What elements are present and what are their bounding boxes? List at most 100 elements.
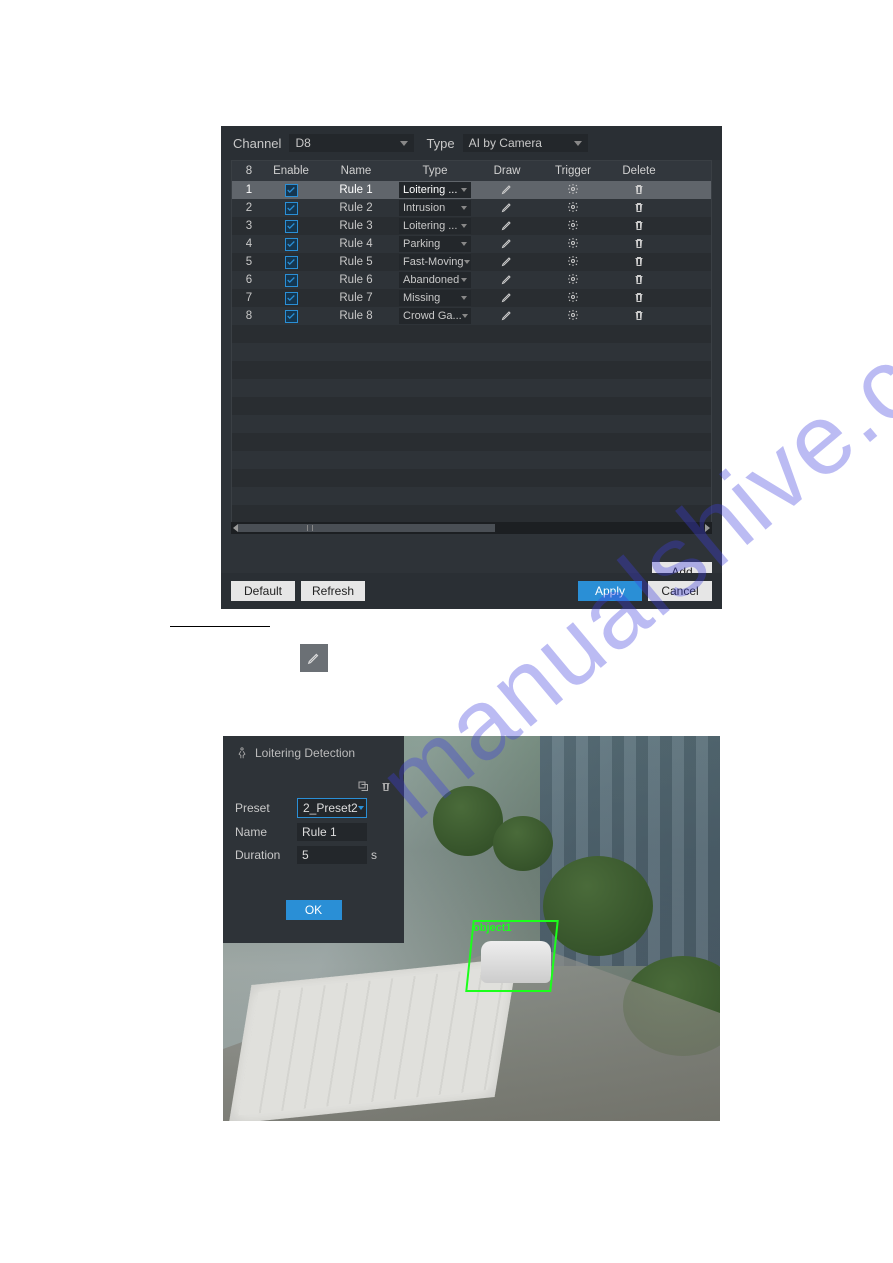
trigger-icon[interactable] [567, 309, 579, 321]
enable-checkbox[interactable] [285, 184, 298, 197]
rule-name: Rule 2 [316, 202, 396, 214]
table-row[interactable]: 3Rule 3Loitering ... [232, 217, 711, 235]
trigger-icon[interactable] [567, 183, 579, 195]
chevron-down-icon [574, 141, 582, 146]
duration-label: Duration [235, 848, 297, 862]
trigger-icon[interactable] [567, 273, 579, 285]
delete-icon[interactable] [633, 255, 645, 267]
preset-select[interactable]: 2_Preset2 [297, 798, 367, 818]
duration-input[interactable]: 5 [297, 846, 367, 864]
scroll-track[interactable] [238, 524, 705, 532]
draw-icon[interactable] [501, 237, 513, 249]
col-enable: Enable [266, 165, 316, 177]
empty-row [232, 379, 711, 397]
delete-icon[interactable] [633, 183, 645, 195]
trigger-icon[interactable] [567, 291, 579, 303]
empty-row [232, 343, 711, 361]
delete-icon[interactable] [633, 219, 645, 231]
draw-icon[interactable] [501, 219, 513, 231]
delete-icon[interactable] [633, 309, 645, 321]
col-delete: Delete [606, 165, 672, 177]
delete-icon[interactable] [633, 291, 645, 303]
delete-icon[interactable] [633, 201, 645, 213]
draw-icon[interactable] [501, 255, 513, 267]
col-draw: Draw [474, 165, 540, 177]
table-row[interactable]: 6Rule 6Abandoned [232, 271, 711, 289]
scroll-grip-icon [307, 525, 313, 531]
draw-icon[interactable] [501, 309, 513, 321]
scroll-thumb[interactable] [238, 524, 495, 532]
enable-checkbox[interactable] [285, 220, 298, 233]
duration-unit: s [371, 848, 377, 862]
preset-label: Preset [235, 801, 297, 815]
trigger-icon[interactable] [567, 237, 579, 249]
chevron-down-icon [461, 224, 467, 228]
draw-icon[interactable] [501, 183, 513, 195]
draw-icon-reference [300, 644, 328, 672]
chevron-down-icon [358, 806, 364, 810]
rule-name: Rule 4 [316, 238, 396, 250]
empty-row [232, 325, 711, 343]
rule-type-select[interactable]: Fast-Moving [399, 254, 471, 270]
enable-checkbox[interactable] [285, 274, 298, 287]
table-row[interactable]: 4Rule 4Parking [232, 235, 711, 253]
empty-row [232, 433, 711, 451]
draw-icon[interactable] [501, 291, 513, 303]
rule-type-select[interactable]: Parking [399, 236, 471, 252]
table-row[interactable]: 7 Rule 7Missing [232, 289, 711, 307]
trigger-icon[interactable] [567, 219, 579, 231]
enable-checkbox[interactable] [285, 310, 298, 323]
enable-checkbox[interactable] [285, 292, 298, 305]
delete-icon[interactable] [633, 237, 645, 249]
channel-label: Channel [233, 136, 281, 151]
rule-type-select[interactable]: Loitering ... [399, 182, 471, 198]
default-button[interactable]: Default [231, 581, 295, 601]
row-number: 7 [232, 292, 266, 304]
ok-button[interactable]: OK [286, 900, 342, 920]
rule-name: Rule 7 [316, 292, 396, 304]
col-type: Type [396, 165, 474, 177]
trigger-icon[interactable] [567, 201, 579, 213]
delete-icon[interactable] [633, 273, 645, 285]
chevron-down-icon [461, 242, 467, 246]
empty-row [232, 397, 711, 415]
tree [493, 816, 553, 871]
table-row[interactable]: 8Rule 8Crowd Ga... [232, 307, 711, 325]
apply-button[interactable]: Apply [578, 581, 642, 601]
empty-row [232, 505, 711, 522]
rule-name: Rule 5 [316, 256, 396, 268]
rule-type-select[interactable]: Crowd Ga... [399, 308, 471, 324]
horizontal-scrollbar[interactable] [231, 522, 712, 534]
cancel-button[interactable]: Cancel [648, 581, 712, 601]
table-row[interactable]: 1Rule 1Loitering ... [232, 181, 711, 199]
rule-type-select[interactable]: Missing [399, 290, 471, 306]
enable-checkbox[interactable] [285, 238, 298, 251]
chevron-down-icon [462, 314, 468, 318]
ai-type-select[interactable]: AI by Camera [463, 134, 588, 152]
rule-type-select[interactable]: Intrusion [399, 200, 471, 216]
chevron-down-icon [464, 260, 470, 264]
name-input[interactable]: Rule 1 [297, 823, 367, 841]
table-row[interactable]: 2Rule 2Intrusion [232, 199, 711, 217]
rule-type-select[interactable]: Abandoned [399, 272, 471, 288]
dialog-title-text: Loitering Detection [255, 746, 355, 760]
enable-checkbox[interactable] [285, 256, 298, 269]
table-header-row: 8 Enable Name Type Draw Trigger Delete [232, 161, 711, 181]
rule-type-select[interactable]: Loitering ... [399, 218, 471, 234]
chevron-down-icon [461, 278, 467, 282]
enable-checkbox[interactable] [285, 202, 298, 215]
ai-type-value: AI by Camera [469, 136, 542, 150]
empty-row [232, 415, 711, 433]
refresh-button[interactable]: Refresh [301, 581, 365, 601]
draw-region-icon[interactable] [357, 778, 369, 792]
table-row[interactable]: 5Rule 5Fast-Moving [232, 253, 711, 271]
trigger-icon[interactable] [567, 255, 579, 267]
channel-select[interactable]: D8 [289, 134, 414, 152]
chevron-down-icon [461, 206, 467, 210]
scroll-right-icon[interactable] [705, 524, 710, 532]
rule-name: Rule 3 [316, 220, 396, 232]
draw-icon[interactable] [501, 201, 513, 213]
draw-icon[interactable] [501, 273, 513, 285]
delete-region-icon[interactable] [380, 778, 392, 792]
col-trigger: Trigger [540, 165, 606, 177]
